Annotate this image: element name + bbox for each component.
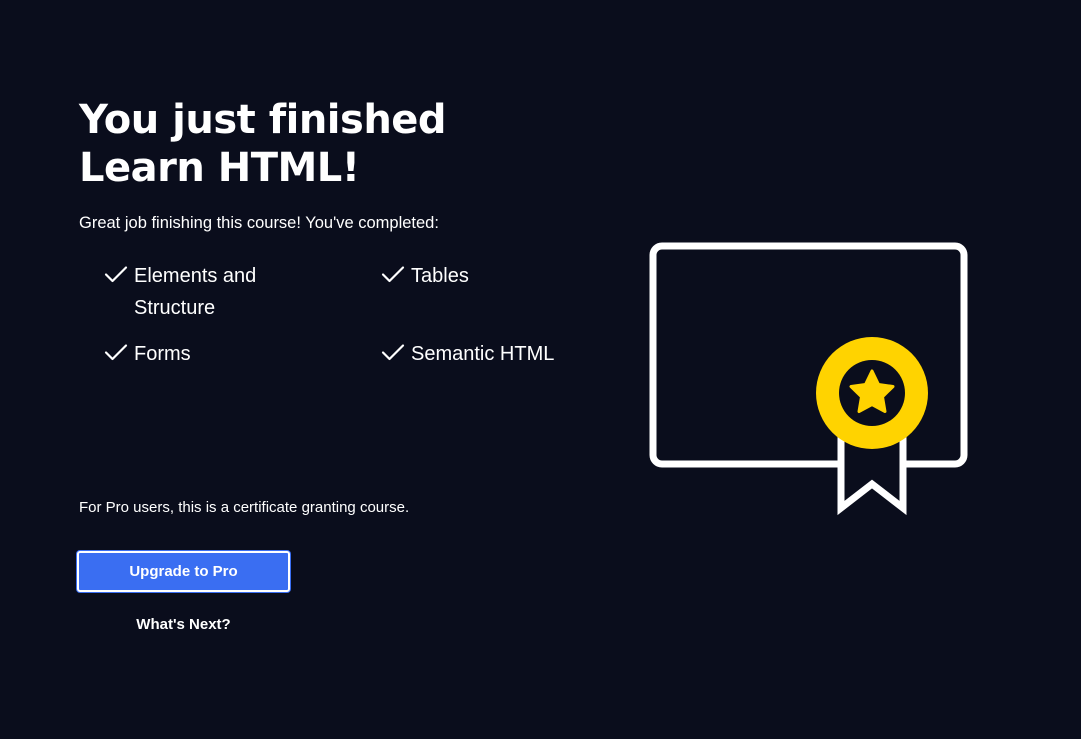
completed-item-label: Tables bbox=[411, 265, 469, 287]
whats-next-link[interactable]: What's Next? bbox=[77, 615, 290, 635]
completed-item: Forms bbox=[104, 338, 381, 370]
completed-lessons-list: Elements and Structure Tables Forms Sema… bbox=[104, 260, 584, 370]
checkmark-icon bbox=[381, 266, 405, 283]
checkmark-icon bbox=[104, 266, 128, 283]
completed-item: Semantic HTML bbox=[381, 338, 581, 370]
completed-item-label: Elements and Structure bbox=[134, 265, 257, 319]
completed-item-label: Semantic HTML bbox=[411, 343, 555, 365]
title-line-1: You just finished bbox=[79, 97, 447, 143]
certificate-frame bbox=[649, 242, 968, 468]
course-complete-page: You just finished Learn HTML! Great job … bbox=[0, 0, 1081, 739]
upgrade-to-pro-button[interactable]: Upgrade to Pro bbox=[77, 551, 290, 592]
completion-header: You just finished Learn HTML! Great job … bbox=[79, 96, 599, 234]
completed-item: Tables bbox=[381, 260, 581, 324]
completed-item: Elements and Structure bbox=[104, 260, 381, 324]
title-line-2: Learn HTML! bbox=[79, 145, 360, 191]
pro-certificate-note: For Pro users, this is a certificate gra… bbox=[79, 499, 410, 516]
completion-subtitle: Great job finishing this course! You've … bbox=[79, 214, 439, 232]
certificate-icon bbox=[649, 242, 968, 516]
checkmark-icon bbox=[381, 344, 405, 361]
completed-item-label: Forms bbox=[134, 343, 191, 365]
checkmark-icon bbox=[104, 344, 128, 361]
page-title: You just finished Learn HTML! bbox=[79, 96, 599, 192]
